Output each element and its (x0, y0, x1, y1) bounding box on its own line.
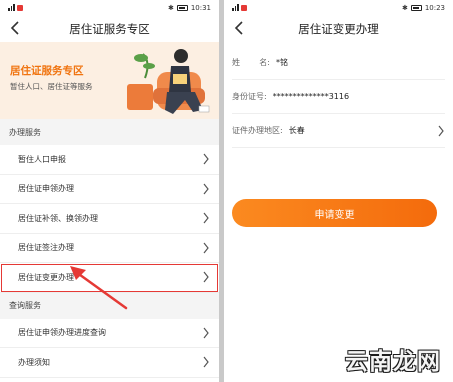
id-number-value: **************3116 (272, 92, 350, 101)
list-item-label: 居住证申领办理进度查询 (18, 328, 106, 338)
signal-icon (232, 4, 247, 11)
bluetooth-icon: ✱ (167, 3, 174, 12)
back-button[interactable] (230, 19, 248, 37)
list-item-endorse-permit[interactable]: 居住证签注办理 (0, 233, 219, 263)
service-banner: 居住证服务专区 暂住人口、居住证等服务 (0, 42, 219, 119)
status-bar: ✱ 10:23 (224, 0, 453, 15)
name-field: 姓名: *铭 (232, 46, 445, 80)
back-chevron-icon (234, 21, 243, 35)
page-title: 居住证变更办理 (298, 21, 379, 36)
chevron-right-icon (203, 153, 209, 165)
bluetooth-icon: ✱ (401, 3, 408, 12)
status-time: 10:31 (190, 3, 211, 12)
back-chevron-icon (10, 21, 19, 35)
banner-subtitle: 暂住人口、居住证等服务 (10, 82, 93, 91)
watermark-logo: 云南龙网 (345, 349, 441, 375)
back-button[interactable] (6, 19, 24, 37)
list-item-label: 居住证补领、换领办理 (18, 213, 98, 223)
left-screen: ✱ 10:31 居住证服务专区 居住证服务专区 暂住人口、居住证等服务 办理服务… (0, 0, 219, 382)
list-item-temp-resident-report[interactable]: 暂住人口申报 (0, 145, 219, 175)
nav-bar: 居住证变更办理 (224, 15, 453, 42)
chevron-right-icon (203, 356, 209, 368)
person-reading-illustration (127, 49, 210, 114)
region-selector[interactable]: 证件办理地区: 长春 (232, 114, 445, 148)
region-value: 长春 (288, 126, 305, 135)
section-header-query: 查询服务 (0, 292, 219, 319)
status-bar: ✱ 10:31 (0, 0, 219, 15)
name-label: 姓名: (232, 58, 270, 67)
list-item-label: 办理须知 (18, 357, 50, 367)
list-item-label: 暂住人口申报 (18, 154, 66, 164)
region-label: 证件办理地区: (232, 126, 283, 135)
list-item-label: 居住证签注办理 (18, 243, 74, 253)
list-item-progress-query[interactable]: 居住证申领办理进度查询 (0, 318, 219, 348)
chevron-right-icon (438, 125, 444, 136)
list-item-label: 居住证变更办理 (18, 272, 74, 282)
right-screen: ✱ 10:23 居住证变更办理 姓名: *铭 身份证号: ***********… (224, 0, 453, 382)
id-number-label: 身份证号: (232, 92, 267, 101)
chevron-right-icon (203, 183, 209, 195)
battery-icon (410, 4, 422, 11)
notification-icon (16, 4, 23, 11)
list-item-instructions[interactable]: 办理须知 (0, 348, 219, 378)
chevron-right-icon (203, 327, 209, 339)
signal-icon (8, 4, 23, 11)
list-item-label: 居住证申领办理 (18, 184, 74, 194)
list-item-change-permit[interactable]: 居住证变更办理 (0, 263, 219, 293)
apply-change-button[interactable]: 申请变更 (232, 199, 437, 227)
list-item-apply-permit[interactable]: 居住证申领办理 (0, 174, 219, 204)
banner-title: 居住证服务专区 (10, 65, 84, 77)
list-item-reissue-permit[interactable]: 居住证补领、换领办理 (0, 204, 219, 234)
nav-bar: 居住证服务专区 (0, 15, 219, 42)
notification-icon (240, 4, 247, 11)
battery-icon (176, 4, 188, 11)
id-number-field: 身份证号: **************3116 (232, 80, 445, 114)
chevron-right-icon (203, 271, 209, 283)
chevron-right-icon (203, 212, 209, 224)
page-title: 居住证服务专区 (69, 21, 150, 36)
section-header-services: 办理服务 (0, 119, 219, 145)
chevron-right-icon (203, 242, 209, 254)
screenshot-root: ✱ 10:31 居住证服务专区 居住证服务专区 暂住人口、居住证等服务 办理服务… (0, 0, 453, 382)
name-value: *铭 (276, 58, 288, 67)
status-time: 10:23 (424, 3, 445, 12)
